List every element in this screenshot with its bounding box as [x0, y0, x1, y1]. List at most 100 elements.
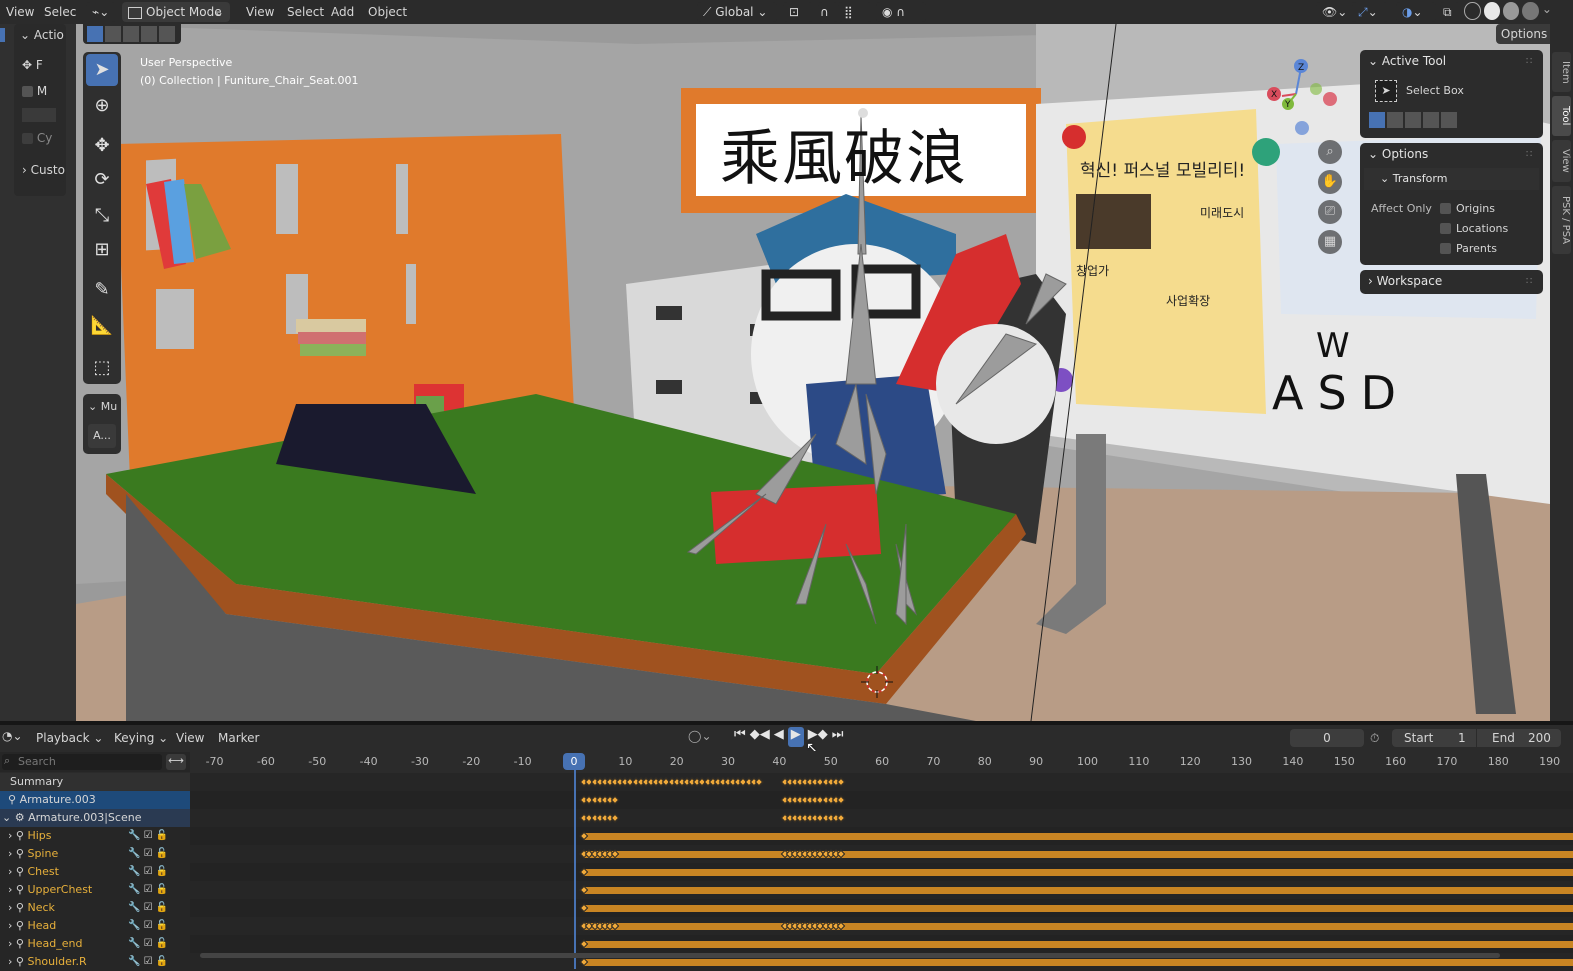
modifier-toggle-icon[interactable]: 🔧 — [128, 848, 140, 859]
horizontal-scrollbar[interactable] — [200, 953, 1500, 958]
drag-handle-icon[interactable]: ∷ — [1526, 56, 1532, 67]
workspace-header[interactable]: › Workspace — [1368, 274, 1442, 288]
pan-hand-icon[interactable]: ✋ — [1318, 170, 1342, 194]
m-checkbox[interactable] — [22, 86, 33, 97]
grid-view-icon[interactable]: ▦ — [1318, 230, 1342, 254]
modifier-toggle-icon[interactable]: 🔧 — [128, 938, 140, 949]
lock-icon[interactable]: 🔓 — [153, 884, 168, 895]
select-intersect-icon[interactable] — [159, 26, 175, 42]
active-tool-header[interactable]: ⌄ Active Tool — [1368, 54, 1446, 68]
bone-channel[interactable]: › ⚲ Head 🔧 ☑ 🔓 — [0, 917, 190, 935]
bone-channel[interactable]: › ⚲ Spine 🔧 ☑ 🔓 — [0, 845, 190, 863]
mute-checkbox[interactable]: ☑ — [140, 938, 153, 949]
move-tool[interactable]: ✥ — [86, 130, 118, 162]
overlays-dropdown[interactable]: ◑⌄ — [1396, 2, 1436, 22]
add-cube-tool[interactable]: ⬚ — [86, 352, 118, 384]
modifier-toggle-icon[interactable]: 🔧 — [128, 902, 140, 913]
visibility-dropdown[interactable]: 👁⌄ — [1316, 2, 1356, 22]
menu-view-3d[interactable]: View — [240, 0, 280, 24]
fcurve-row[interactable]: ✥ F — [22, 58, 43, 72]
mute-checkbox[interactable]: ☑ — [140, 830, 153, 841]
jump-end-icon[interactable]: ⏭ — [832, 727, 844, 747]
lock-icon[interactable]: 🔓 — [153, 902, 168, 913]
auto-keying-toggle[interactable]: ◯⌄ — [688, 729, 722, 747]
pivot-point-dropdown[interactable]: ⊡ — [783, 2, 813, 22]
bone-channel[interactable]: › ⚲ Chest 🔧 ☑ 🔓 — [0, 863, 190, 881]
keyframe-row[interactable] — [190, 809, 1573, 827]
mode-difference-icon[interactable] — [1423, 112, 1439, 128]
scale-tool[interactable]: ⤡ — [86, 200, 118, 232]
tab-tool[interactable]: Tool — [1552, 96, 1571, 136]
mute-checkbox[interactable]: ☑ — [140, 866, 153, 877]
modifier-toggle-icon[interactable]: 🔧 — [128, 956, 140, 967]
lock-icon[interactable]: 🔓 — [153, 866, 168, 877]
wireframe-shading-icon[interactable] — [1464, 2, 1481, 20]
filter-sync-icon[interactable]: ⟷ — [166, 754, 186, 770]
zoom-icon[interactable]: ⌕ — [1318, 140, 1342, 164]
bone-channel[interactable]: › ⚲ Hips 🔧 ☑ 🔓 — [0, 827, 190, 845]
camera-view-icon[interactable]: ⎚ — [1318, 200, 1342, 224]
snap-target-dropdown[interactable]: ⣿ — [838, 2, 872, 22]
select-box-tool[interactable]: ➤ — [86, 54, 118, 86]
mu-group-header[interactable]: ⌄ Mu — [88, 400, 117, 413]
menu-view[interactable]: View — [0, 0, 40, 24]
bone-channel[interactable]: › ⚲ Neck 🔧 ☑ 🔓 — [0, 899, 190, 917]
lock-icon[interactable]: 🔓 — [153, 938, 168, 949]
lock-icon[interactable]: 🔓 — [153, 848, 168, 859]
drag-handle-icon[interactable]: ∷ — [1526, 276, 1532, 287]
options-header[interactable]: ⌄ Options — [1368, 147, 1428, 161]
select-extend-icon[interactable] — [105, 26, 121, 42]
cursor-tool[interactable]: ⊕ — [86, 90, 118, 122]
cy-row[interactable]: Cy — [22, 131, 52, 145]
modifier-toggle-icon[interactable]: 🔧 — [128, 920, 140, 931]
menu-add[interactable]: Add — [325, 0, 360, 24]
modifier-toggle-icon[interactable]: 🔧 — [128, 866, 140, 877]
mute-checkbox[interactable]: ☑ — [140, 920, 153, 931]
rotate-tool[interactable]: ⟳ — [86, 164, 118, 196]
editor-type-dropdown[interactable]: ◔⌄ — [2, 729, 28, 747]
proportional-editing[interactable]: ◉ ∩ — [876, 2, 926, 22]
current-frame-field[interactable]: 0 — [1290, 729, 1364, 747]
select-subtract-icon[interactable] — [123, 26, 139, 42]
a-tool-button[interactable]: A... — [88, 424, 116, 448]
parents-checkbox[interactable] — [1440, 243, 1451, 254]
solid-shading-icon[interactable] — [1483, 2, 1501, 20]
lock-icon[interactable]: 🔓 — [153, 956, 168, 967]
mode-selector[interactable]: Object Mode ⌄ — [122, 2, 230, 22]
chevron-down-icon[interactable]: ⌄ — [0, 811, 15, 824]
timeline-view-menu[interactable]: View — [176, 729, 204, 747]
lock-icon[interactable]: 🔓 — [153, 830, 168, 841]
action-channel[interactable]: ⌄ ⚙ Armature.003|Scene — [0, 809, 190, 827]
preview-range-icon[interactable]: ⏱ — [1370, 729, 1390, 747]
editor-type-button[interactable]: ⌁⌄ — [86, 2, 116, 22]
select-new-icon[interactable] — [87, 26, 103, 42]
tab-psk-psa[interactable]: PSK / PSA — [1552, 186, 1571, 254]
lock-icon[interactable]: 🔓 — [153, 920, 168, 931]
mute-checkbox[interactable]: ☑ — [140, 956, 153, 967]
transform-orientation-dropdown[interactable]: ⟋ Global ⌄ — [697, 2, 777, 22]
chevron-right-icon[interactable]: › — [0, 883, 16, 896]
locations-checkbox[interactable] — [1440, 223, 1451, 234]
bone-channel[interactable]: › ⚲ UpperChest 🔧 ☑ 🔓 — [0, 881, 190, 899]
select-box-tool-icon[interactable]: ➤ — [1375, 80, 1397, 102]
tab-view[interactable]: View — [1552, 140, 1571, 182]
play-icon[interactable]: ▶ — [787, 727, 804, 747]
menu-object[interactable]: Object — [362, 0, 413, 24]
menu-select-3d[interactable]: Select — [281, 0, 330, 24]
mode-extend-icon[interactable] — [1387, 112, 1403, 128]
gizmo-dropdown[interactable]: ⤢⌄ — [1352, 2, 1388, 22]
modifier-toggle-icon[interactable]: 🔧 — [128, 830, 140, 841]
custom-props-header[interactable]: › Custo — [22, 163, 65, 177]
playhead-line[interactable] — [574, 762, 576, 969]
chevron-right-icon[interactable]: › — [0, 829, 16, 842]
keyframe-row[interactable] — [190, 773, 1573, 791]
cy-checkbox[interactable] — [22, 133, 33, 144]
mute-checkbox[interactable]: ☑ — [140, 848, 153, 859]
playhead-frame-label[interactable]: 0 — [563, 753, 585, 770]
xray-toggle[interactable]: ⧉ — [1440, 2, 1460, 22]
keyframe-row[interactable] — [190, 791, 1573, 809]
playback-menu[interactable]: Playback ⌄ — [36, 729, 106, 747]
jump-start-icon[interactable]: ⏮ — [734, 727, 746, 747]
summary-channel[interactable]: Summary — [0, 773, 190, 791]
transform-header[interactable]: ⌄ Transform — [1380, 172, 1447, 185]
